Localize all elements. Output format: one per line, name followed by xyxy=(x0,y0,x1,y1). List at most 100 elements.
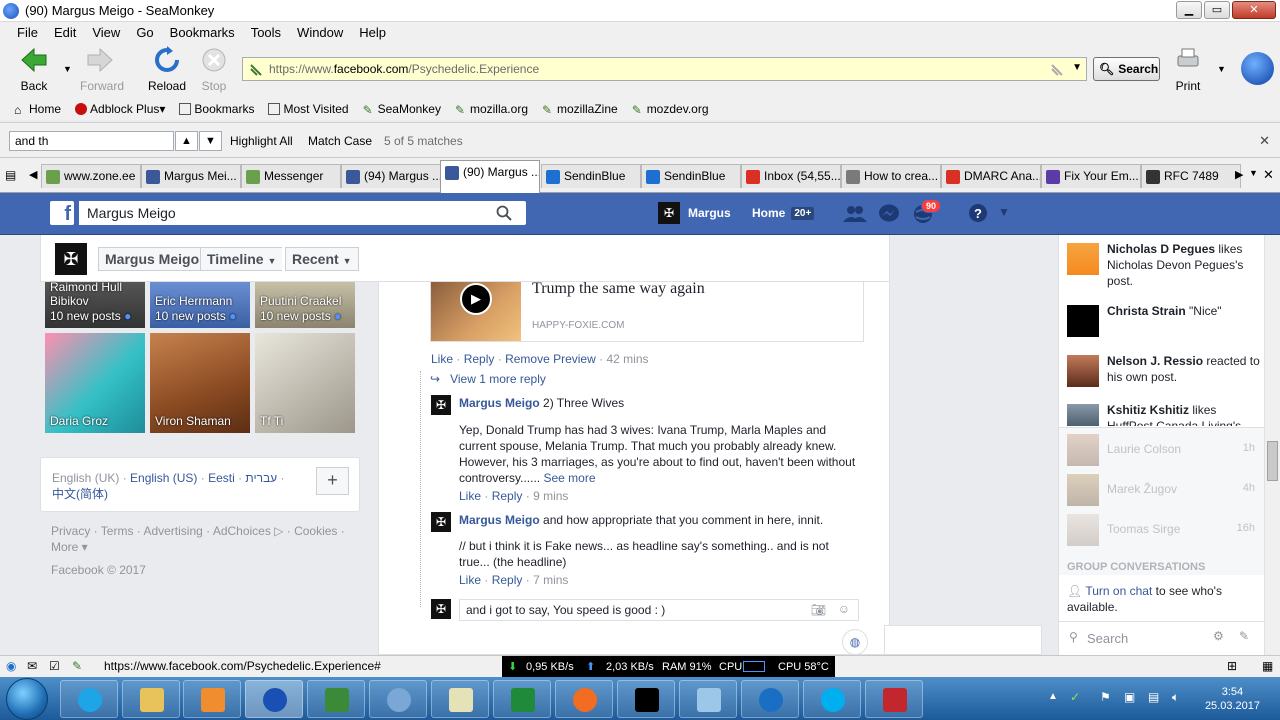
back-button[interactable]: Back xyxy=(14,46,54,93)
find-previous-button[interactable]: ▲ xyxy=(175,131,198,151)
taskbar-media-player[interactable] xyxy=(183,680,241,718)
highlight-all-button[interactable]: Highlight All xyxy=(230,134,293,148)
photo-tile[interactable]: Tf Ti xyxy=(255,333,355,433)
language-estonian[interactable]: Eesti xyxy=(208,471,235,485)
bookmark-home[interactable]: ⌂ Home xyxy=(14,102,61,117)
find-input[interactable]: and th xyxy=(9,131,174,151)
taskbar-filezilla[interactable] xyxy=(865,680,923,718)
browser-tab[interactable]: SendinBlue xyxy=(541,164,641,188)
camera-icon[interactable]: 📷︎ xyxy=(811,603,826,617)
comment-input[interactable]: and i got to say, You speed is good : ) … xyxy=(459,599,859,621)
resize-grip-icon[interactable]: ▦ xyxy=(1262,659,1273,673)
help-icon[interactable]: ? xyxy=(968,203,988,223)
ticker-story[interactable]: Kshitiz Kshitiz likes HuffPost Canada Li… xyxy=(1067,402,1263,426)
browser-tab[interactable]: RFC 7489 xyxy=(1141,164,1241,188)
print-button[interactable]: Print xyxy=(1168,46,1208,93)
like-link[interactable]: Like xyxy=(459,573,481,587)
url-dropdown-icon[interactable]: ▼ xyxy=(1072,62,1082,73)
avatar[interactable]: ✠ xyxy=(431,512,451,532)
comment-author[interactable]: Margus Meigo xyxy=(459,513,540,527)
bookmark-mozillazine[interactable]: ✎ mozillaZine xyxy=(542,102,618,117)
scroll-tabs-right-icon[interactable]: ▶ xyxy=(1235,168,1243,181)
stop-button[interactable]: Stop xyxy=(194,46,234,93)
menu-tools[interactable]: Tools xyxy=(251,25,281,40)
maximize-button[interactable]: ▭ xyxy=(1204,1,1230,19)
device-icon[interactable]: ▣ xyxy=(1124,690,1135,704)
crumb-profile[interactable]: Margus Meigo xyxy=(98,247,206,271)
emoji-icon[interactable]: ☺ xyxy=(838,602,850,616)
remove-preview-link[interactable]: Remove Preview xyxy=(505,352,596,366)
language-chinese[interactable]: 中文(简体) xyxy=(52,487,108,501)
bookmark-mozilla[interactable]: ✎ mozilla.org xyxy=(455,102,528,117)
reload-button[interactable]: Reload xyxy=(147,46,187,93)
show-hidden-icons[interactable]: ▲ xyxy=(1048,691,1058,702)
taskbar-console[interactable] xyxy=(617,680,675,718)
bookmark-most-visited[interactable]: Most Visited xyxy=(268,102,349,116)
browser-tab[interactable]: SendinBlue xyxy=(641,164,741,188)
view-more-replies[interactable]: ↪ View 1 more reply xyxy=(430,371,546,387)
scroll-tabs-left-icon[interactable]: ◀ xyxy=(29,168,37,181)
print-dropdown-icon[interactable]: ▼ xyxy=(1217,64,1226,74)
comment-time[interactable]: 7 mins xyxy=(533,573,568,587)
browser-tab[interactable]: www.zone.ee xyxy=(41,164,141,188)
like-link[interactable]: Like xyxy=(459,489,481,503)
menu-edit[interactable]: Edit xyxy=(54,25,76,40)
browser-tab[interactable]: Inbox (54,55... xyxy=(741,164,841,188)
search-button[interactable]: 🔍︎ Search xyxy=(1093,57,1160,81)
browser-tab[interactable]: How to crea... xyxy=(841,164,941,188)
crumb-recent[interactable]: Recent ▼ xyxy=(285,247,359,271)
language-english-us[interactable]: English (US) xyxy=(130,471,197,485)
search-icon[interactable] xyxy=(496,205,512,221)
chat-search-input[interactable]: Search xyxy=(1087,631,1128,646)
menu-file[interactable]: File xyxy=(17,25,38,40)
forward-button[interactable]: Forward xyxy=(80,46,124,93)
link-preview-title[interactable]: Trump the same way again xyxy=(532,280,705,298)
browser-tab[interactable]: Margus Mei... xyxy=(141,164,241,188)
taskbar-ie[interactable] xyxy=(60,680,118,718)
facebook-logo-icon[interactable]: f xyxy=(50,201,74,225)
taskbar-seamonkey[interactable] xyxy=(245,680,303,718)
system-clock[interactable]: 3:54 25.03.2017 xyxy=(1205,685,1260,713)
find-next-button[interactable]: ▼ xyxy=(199,131,222,151)
account-menu-icon[interactable]: ▼ xyxy=(998,205,1010,219)
reply-link[interactable]: Reply xyxy=(492,489,523,503)
see-more-link[interactable]: See more xyxy=(543,471,595,485)
globe-icon[interactable]: ◍ xyxy=(842,629,868,655)
language-hebrew[interactable]: עברית xyxy=(245,471,277,485)
more-languages-button[interactable]: + xyxy=(316,467,349,495)
menu-window[interactable]: Window xyxy=(297,25,343,40)
avatar[interactable]: ✠ xyxy=(431,395,451,415)
comment-author[interactable]: Margus Meigo xyxy=(459,396,540,410)
menu-help[interactable]: Help xyxy=(359,25,386,40)
taskbar-excel[interactable] xyxy=(493,680,551,718)
bookmark-bookmarks[interactable]: Bookmarks xyxy=(179,102,254,116)
home-link[interactable]: Home 20+ xyxy=(752,206,815,220)
bookmark-adblock[interactable]: Adblock Plus ▾ xyxy=(75,102,165,116)
close-tab-icon[interactable]: ✕ xyxy=(1263,167,1274,183)
tabs-dropdown-icon[interactable]: ▼ xyxy=(1249,168,1258,178)
bookmark-star-icon[interactable] xyxy=(1050,63,1064,77)
menu-bookmarks[interactable]: Bookmarks xyxy=(170,25,235,40)
mail-icon[interactable]: ✉ xyxy=(27,659,37,673)
taskbar-app[interactable] xyxy=(679,680,737,718)
new-message-icon[interactable]: ✎ xyxy=(1239,629,1249,643)
turn-on-chat-link[interactable]: Turn on chat xyxy=(1085,584,1152,598)
match-case-checkbox[interactable]: Match Case xyxy=(308,134,372,148)
crumb-timeline[interactable]: Timeline ▼ xyxy=(200,247,283,271)
chat-settings-icon[interactable]: ⚙ xyxy=(1213,629,1224,643)
bookmark-seamonkey[interactable]: ✎ SeaMonkey xyxy=(363,102,441,117)
reply-link[interactable]: Reply xyxy=(492,573,523,587)
network-icon[interactable]: ▤ xyxy=(1148,690,1159,704)
browser-tab[interactable]: DMARC Ana... xyxy=(941,164,1041,188)
browser-tab[interactable]: Messenger xyxy=(241,164,341,188)
chat-tab-placeholder[interactable] xyxy=(884,625,1042,655)
taskbar-firefox[interactable] xyxy=(555,680,613,718)
online-status-icon[interactable]: ◉ xyxy=(6,659,16,673)
profile-link[interactable]: ✠ Margus xyxy=(658,202,731,224)
browser-tab[interactable]: Fix Your Em... xyxy=(1041,164,1141,188)
popup-icon[interactable]: ☑ xyxy=(49,659,60,673)
browser-tab[interactable]: (94) Margus ... xyxy=(341,164,441,188)
browser-tab[interactable]: (90) Margus ... xyxy=(440,160,540,193)
url-bar[interactable]: https://www.facebook.com/Psychedelic.Exp… xyxy=(242,57,1087,81)
taskbar-settings[interactable] xyxy=(369,680,427,718)
